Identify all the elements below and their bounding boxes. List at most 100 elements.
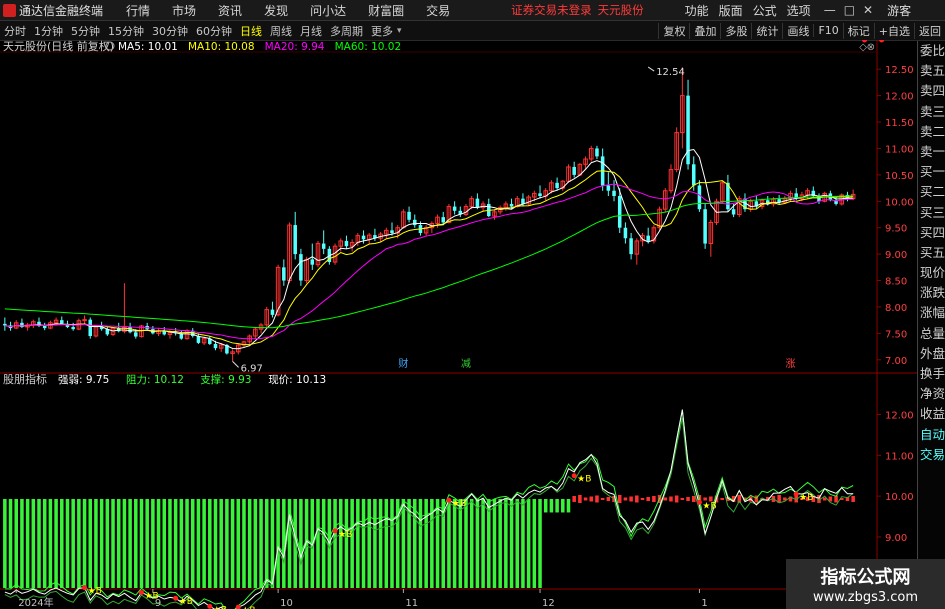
indicator-bar bbox=[543, 498, 548, 513]
side-panel-item[interactable]: 涨跌 bbox=[918, 283, 945, 303]
side-panel-item[interactable]: 净资 bbox=[918, 384, 945, 404]
side-panel-item[interactable]: 买二 bbox=[918, 182, 945, 202]
side-panel-item[interactable]: 总量 bbox=[918, 324, 945, 344]
overlay-button[interactable]: 叠加 bbox=[689, 22, 720, 39]
menu-trade[interactable]: 交易 bbox=[415, 2, 461, 19]
candle-body bbox=[703, 209, 707, 244]
indicator-bar bbox=[367, 498, 371, 588]
chevron-down-icon[interactable]: ▾ bbox=[397, 26, 402, 36]
candle-body bbox=[521, 198, 525, 204]
indicator-bar bbox=[356, 498, 360, 588]
indicator-bar bbox=[549, 498, 554, 513]
menu-xiaoda[interactable]: 问小达 bbox=[299, 2, 357, 19]
indicator-bar bbox=[151, 498, 155, 588]
menu-layout[interactable]: 版面 bbox=[714, 2, 748, 19]
user-label[interactable]: 游客 bbox=[887, 2, 911, 19]
minimize-icon[interactable]: — bbox=[820, 3, 840, 17]
menu-wealth[interactable]: 财富圈 bbox=[357, 2, 415, 19]
side-panel-item[interactable]: 卖三 bbox=[918, 102, 945, 122]
back-button[interactable]: 返回 bbox=[914, 22, 945, 39]
menu-news[interactable]: 资讯 bbox=[207, 2, 253, 19]
y-tick-label: 8.00 bbox=[885, 303, 907, 314]
draw-line-button[interactable]: 画线 bbox=[782, 22, 813, 39]
tab-period-timeshare[interactable]: 分时 bbox=[0, 23, 30, 39]
signal-dot bbox=[332, 528, 338, 534]
tab-period-1min[interactable]: 1分钟 bbox=[30, 23, 67, 39]
close-icon[interactable]: ✕ bbox=[859, 3, 877, 17]
indicator-bar bbox=[333, 498, 337, 588]
adjust-button[interactable]: 复权 bbox=[658, 22, 689, 39]
y-tick-label: 9.50 bbox=[885, 224, 907, 235]
indicator-bar bbox=[532, 498, 537, 588]
candle-body bbox=[299, 254, 303, 281]
side-panel-item[interactable]: 收益 bbox=[918, 404, 945, 424]
tab-period-15min[interactable]: 15分钟 bbox=[104, 23, 148, 39]
indicator-bar bbox=[8, 498, 13, 588]
menu-market[interactable]: 市场 bbox=[161, 2, 207, 19]
candle-body bbox=[88, 319, 93, 337]
indicator-bar bbox=[509, 498, 514, 588]
side-panel-item[interactable]: 委比 bbox=[918, 41, 945, 61]
side-panel-item[interactable]: 买四 bbox=[918, 223, 945, 243]
tab-period-monthly[interactable]: 月线 bbox=[296, 23, 326, 39]
menu-function[interactable]: 功能 bbox=[680, 2, 714, 19]
side-panel-item[interactable]: 现价 bbox=[918, 263, 945, 283]
menu-formula[interactable]: 公式 bbox=[748, 2, 782, 19]
side-panel-item[interactable]: 交易 bbox=[918, 445, 945, 465]
side-panel-item[interactable]: 买一 bbox=[918, 162, 945, 182]
indicator-bar bbox=[94, 498, 98, 588]
indicator-bar bbox=[521, 498, 525, 588]
side-panel-item[interactable]: 买三 bbox=[918, 203, 945, 223]
menu-options[interactable]: 选项 bbox=[782, 2, 816, 19]
indicator-bar bbox=[401, 498, 406, 588]
tab-period-5min[interactable]: 5分钟 bbox=[67, 23, 104, 39]
statistics-button[interactable]: 统计 bbox=[751, 22, 782, 39]
maximize-icon[interactable]: □ bbox=[840, 3, 859, 17]
tab-period-60min[interactable]: 60分钟 bbox=[192, 23, 236, 39]
f10-button[interactable]: F10 bbox=[813, 24, 842, 37]
side-panel-item[interactable]: 卖二 bbox=[918, 122, 945, 142]
tab-period-30min[interactable]: 30分钟 bbox=[148, 23, 192, 39]
indicator-bar bbox=[145, 498, 149, 588]
candle-body bbox=[623, 227, 628, 239]
title-bar: 通达信金融终端 行情 市场 资讯 发现 问小达 财富圈 交易 证券交易未登录 天… bbox=[0, 0, 945, 21]
indicator-bar bbox=[111, 498, 115, 588]
side-panel-item[interactable]: 自动 bbox=[918, 425, 945, 445]
menu-discover[interactable]: 发现 bbox=[253, 2, 299, 19]
side-panel-item[interactable]: 卖四 bbox=[918, 81, 945, 101]
signal-dot bbox=[235, 604, 241, 609]
candle-body bbox=[71, 327, 75, 330]
tab-period-more[interactable]: 更多 bbox=[367, 23, 397, 39]
login-notice[interactable]: 证券交易未登录 bbox=[511, 2, 592, 18]
side-panel-item[interactable]: 换手 bbox=[918, 364, 945, 384]
tab-period-multi[interactable]: 多周期 bbox=[326, 23, 367, 39]
y-tick-label: 11.50 bbox=[885, 118, 914, 129]
indicator-bar bbox=[623, 497, 628, 501]
menu-quotes[interactable]: 行情 bbox=[115, 2, 161, 19]
candle-body bbox=[617, 196, 622, 228]
event-marker: 减 bbox=[461, 358, 471, 370]
indicator-bar bbox=[481, 498, 485, 588]
side-panel-item[interactable]: 卖五 bbox=[918, 61, 945, 81]
tab-period-daily[interactable]: 日线 bbox=[236, 23, 266, 39]
side-panel-item[interactable]: 卖一 bbox=[918, 142, 945, 162]
tab-period-weekly[interactable]: 周线 bbox=[266, 23, 296, 39]
side-panel-item[interactable]: 外盘 bbox=[918, 344, 945, 364]
candle-body bbox=[612, 190, 616, 197]
ma20-line bbox=[4, 183, 854, 340]
indicator-bar bbox=[674, 495, 679, 503]
mark-button[interactable]: 标记 bbox=[842, 22, 874, 39]
side-panel-item[interactable]: 买五 bbox=[918, 243, 945, 263]
candle-body bbox=[42, 325, 47, 329]
indicator-bar bbox=[242, 498, 246, 588]
indicator-bar bbox=[276, 498, 280, 588]
indicator-bar bbox=[185, 498, 189, 588]
candle-body bbox=[390, 230, 394, 233]
indicator-bar bbox=[247, 498, 252, 588]
candle-body bbox=[321, 243, 326, 249]
multi-stock-button[interactable]: 多股 bbox=[720, 22, 751, 39]
kline-chart[interactable]: 7.00 7.50 8.00 8.50 9.00 9.50 10.00 10.50 11.00 1… bbox=[0, 40, 917, 609]
add-watchlist-button[interactable]: +自选 bbox=[873, 22, 914, 39]
side-panel-item[interactable]: 涨幅 bbox=[918, 303, 945, 323]
buy-signal-marker: ★B bbox=[179, 597, 193, 607]
